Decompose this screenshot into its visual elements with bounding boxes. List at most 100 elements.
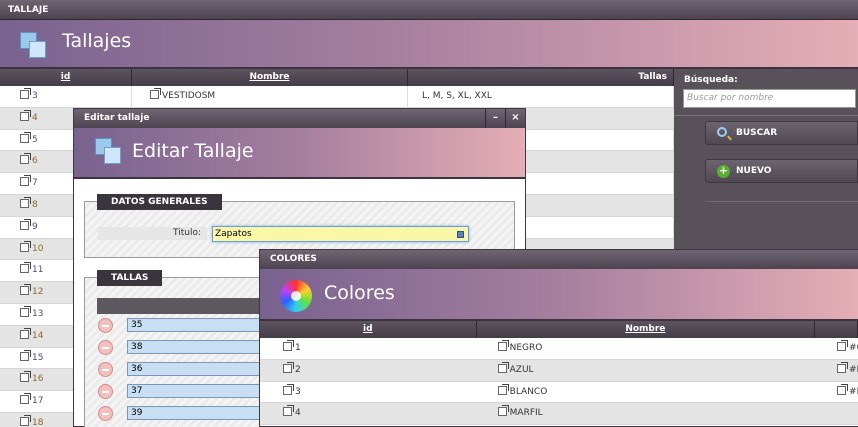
open-link-icon[interactable]	[283, 405, 294, 417]
dialog-heading: Colores	[324, 282, 395, 304]
column-header-nombre[interactable]: Nombre	[132, 69, 408, 86]
row-id-value: 14	[32, 330, 44, 341]
open-link-icon[interactable]	[497, 361, 509, 373]
open-link-icon[interactable]	[20, 218, 31, 230]
page-title: Tallajes	[62, 30, 132, 52]
open-link-icon[interactable]	[283, 340, 294, 351]
open-link-icon[interactable]	[837, 361, 849, 373]
table-row[interactable]: 3 VESTIDOSM L, M, S, XL, XXL	[0, 86, 674, 108]
dialog-titlebar[interactable]: COLORES	[260, 250, 858, 269]
open-link-icon[interactable]	[283, 383, 294, 395]
column-header-nombre[interactable]: Nombre	[477, 321, 816, 338]
row-color[interactable]: #F	[815, 360, 858, 381]
open-link-icon[interactable]	[20, 284, 31, 296]
row-id-value: 7	[32, 178, 38, 189]
open-link-icon[interactable]	[20, 109, 31, 121]
add-icon: +	[717, 164, 730, 178]
buscar-label: BUSCAR	[736, 128, 778, 138]
dialog-banner: Colores	[260, 269, 858, 321]
row-nombre-value: MARFIL	[509, 408, 543, 419]
open-link-icon[interactable]	[20, 305, 31, 317]
delete-icon[interactable]	[98, 406, 113, 421]
delete-icon[interactable]	[98, 384, 113, 399]
row-id[interactable]: 4	[260, 403, 477, 424]
delete-icon[interactable]	[98, 318, 113, 333]
search-icon	[717, 127, 727, 137]
open-link-icon[interactable]	[20, 88, 31, 99]
open-link-icon[interactable]	[20, 349, 31, 361]
dialog-title: Editar tallaje	[84, 113, 150, 123]
row-nombre-value: BLANCO	[509, 386, 548, 397]
dialog-titlebar[interactable]: Editar tallaje – ×	[74, 109, 525, 128]
row-nombre[interactable]: AZUL	[477, 360, 815, 381]
color-wheel-icon	[280, 280, 312, 312]
delete-icon[interactable]	[98, 362, 113, 377]
open-link-icon[interactable]	[837, 340, 849, 351]
row-id-value: 3	[32, 91, 38, 101]
open-link-icon[interactable]	[20, 131, 31, 143]
open-link-icon[interactable]	[497, 383, 509, 395]
row-color[interactable]	[815, 403, 858, 424]
grid-header: id Nombre Tallas	[0, 69, 674, 86]
row-id-value: 12	[32, 287, 44, 298]
open-link-icon[interactable]	[283, 361, 294, 373]
search-input[interactable]: Buscar por nombre	[683, 89, 856, 108]
row-id-value: 10	[32, 243, 44, 254]
delete-icon[interactable]	[98, 340, 113, 355]
row-color-value: #0	[849, 343, 858, 353]
column-header-color	[815, 321, 858, 338]
open-link-icon[interactable]	[20, 262, 31, 274]
dialog-banner: Editar Tallaje	[74, 128, 525, 179]
column-header-id[interactable]: id	[0, 69, 132, 86]
row-id[interactable]: 2	[260, 360, 477, 381]
row-id-value: 2	[295, 364, 301, 375]
row-id[interactable]: 1	[260, 338, 477, 359]
nuevo-button[interactable]: + NUEVO	[705, 159, 858, 183]
row-nombre-value: AZUL	[509, 364, 534, 375]
close-button[interactable]: ×	[505, 109, 525, 128]
row-id-value: 18	[32, 417, 44, 427]
row-id-value: 1	[295, 343, 301, 353]
open-link-icon[interactable]	[20, 175, 31, 187]
row-color[interactable]: #0	[815, 338, 858, 359]
row-color[interactable]: #F	[815, 382, 858, 403]
column-header-id[interactable]: id	[260, 321, 477, 338]
minimize-button[interactable]: –	[485, 109, 505, 128]
open-link-icon[interactable]	[20, 240, 31, 252]
row-nombre-value: VESTIDOSM	[162, 91, 216, 101]
row-id-value: 3	[295, 386, 301, 397]
row-id-value: 6	[32, 156, 38, 167]
open-link-icon[interactable]	[20, 153, 31, 165]
tallaje-icon	[95, 138, 123, 164]
open-link-icon[interactable]	[20, 371, 31, 383]
open-link-icon[interactable]	[20, 327, 31, 339]
open-link-icon[interactable]	[20, 414, 31, 426]
open-link-icon[interactable]	[837, 383, 849, 395]
colores-grid-body: 1 NEGRO #0 2 AZUL #F 3 BLANCO #F 4 MARFIL	[260, 338, 858, 426]
row-id[interactable]: 3	[0, 86, 132, 107]
row-nombre[interactable]: MARFIL	[477, 403, 815, 424]
open-link-icon[interactable]	[20, 196, 31, 208]
tallaje-icon	[20, 32, 48, 58]
buscar-button[interactable]: BUSCAR	[705, 121, 858, 145]
open-link-icon[interactable]	[150, 88, 161, 99]
search-label: Búsqueda:	[684, 75, 738, 85]
open-link-icon[interactable]	[497, 405, 509, 417]
row-id-value: 8	[32, 199, 38, 210]
open-link-icon[interactable]	[20, 393, 31, 405]
open-link-icon[interactable]	[497, 340, 509, 351]
table-row[interactable]: 2 AZUL #F	[260, 359, 858, 382]
row-id[interactable]: 3	[260, 382, 477, 403]
row-id-value: 16	[32, 374, 44, 385]
table-row[interactable]: 1 NEGRO #0	[260, 338, 858, 360]
row-nombre[interactable]: NEGRO	[477, 338, 815, 359]
section-legend: TALLAS	[97, 270, 163, 286]
titulo-input[interactable]: Zapatos	[212, 226, 469, 242]
dialog-title: COLORES	[270, 254, 317, 264]
titulo-label: Titulo:	[98, 227, 207, 240]
row-nombre[interactable]: VESTIDOSM	[132, 86, 408, 107]
table-row[interactable]: 3 BLANCO #F	[260, 382, 858, 404]
colores-dialog: COLORES Colores id Nombre 1 NEGRO #0 2 AZUL #…	[259, 249, 858, 427]
row-nombre[interactable]: BLANCO	[477, 382, 815, 403]
table-row[interactable]: 4 MARFIL	[260, 403, 858, 426]
